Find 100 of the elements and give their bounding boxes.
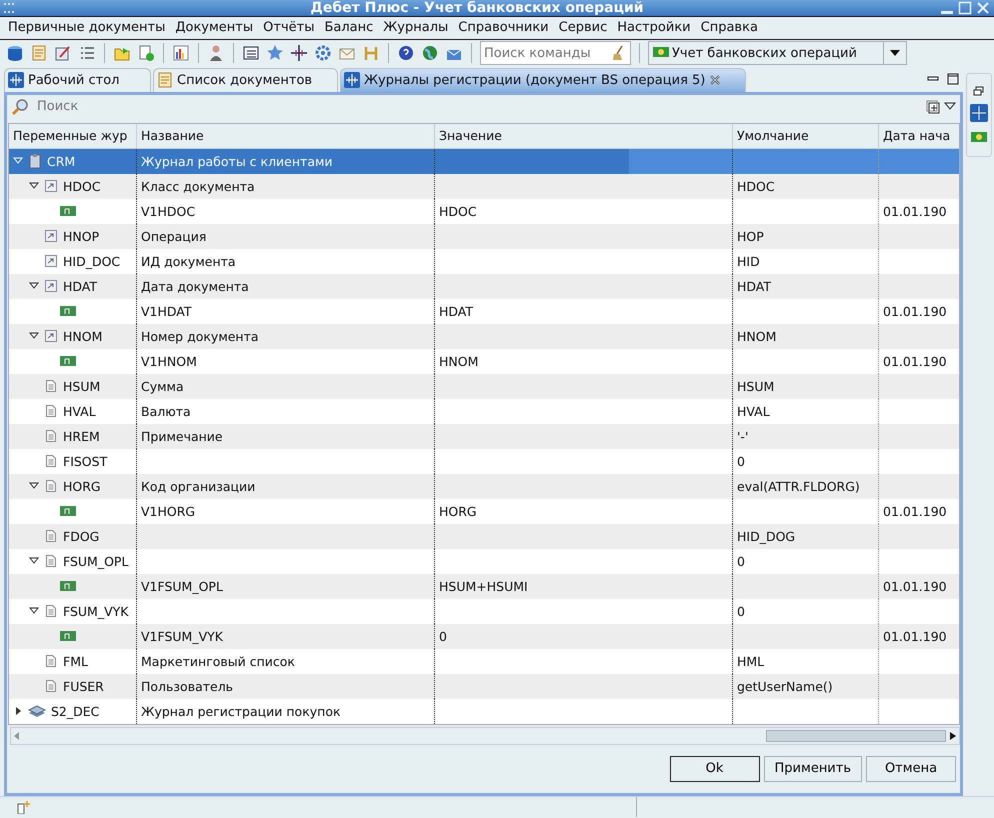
window-title: Дебет Плюс - Учет банковских операций (309, 0, 645, 16)
menu-item[interactable]: Документы (171, 20, 260, 36)
collapse-arrow-icon[interactable] (29, 481, 39, 491)
collapse-arrow-icon[interactable] (29, 281, 39, 291)
column-header[interactable]: Переменные жур (9, 124, 137, 148)
tree-row[interactable]: V1HDOC HDOC 01.01.190 (9, 198, 959, 224)
column-header[interactable]: Умолчание (733, 124, 879, 148)
broom-icon[interactable] (611, 45, 625, 62)
tree-row[interactable]: FML Маркетинговый список HML (9, 648, 959, 674)
tree-row[interactable]: V1HDAT HDAT 01.01.190 (9, 298, 959, 324)
tree-row[interactable]: HNOM Номер документа HNOM (9, 324, 959, 348)
star-icon[interactable] (266, 44, 284, 62)
bar-chart-icon[interactable] (172, 44, 190, 62)
tree-row[interactable]: HID_DOC ИД документа HID (9, 248, 959, 274)
menu-item[interactable]: Журналы (379, 20, 454, 36)
value-cell: HDOC (439, 204, 477, 218)
view-menu-icon[interactable] (944, 102, 956, 112)
person-icon[interactable] (207, 44, 225, 62)
default-cell: HSUM (737, 378, 774, 394)
search-field[interactable]: Поиск (35, 98, 239, 115)
edit-icon[interactable] (54, 44, 72, 62)
close-icon[interactable] (709, 74, 722, 86)
tree-row[interactable]: S2_DEC Журнал регистрации покупок (9, 698, 959, 724)
collapse-arrow-icon[interactable] (29, 556, 39, 566)
document-icon[interactable] (30, 44, 48, 62)
menu-item[interactable]: Сервис (554, 20, 614, 36)
module-dropdown[interactable]: Учет банковских операций (648, 41, 907, 66)
name-cell: Операция (141, 228, 206, 244)
default-cell: HML (737, 654, 764, 668)
crosshair-icon[interactable] (290, 44, 308, 62)
tree-row[interactable]: HDOC Класс документа HDOC (9, 174, 959, 198)
tree-row[interactable]: HDAT Дата документа HDAT (9, 274, 959, 298)
tree-row[interactable]: FDOG HID_DOG (9, 524, 959, 548)
maximize-button[interactable] (958, 1, 972, 16)
tree-row[interactable]: V1FSUM_OPL HSUM+HSUMI 01.01.190 (9, 574, 959, 598)
name-cell: V1HDOC (141, 204, 196, 218)
collapse-arrow-icon[interactable] (29, 331, 39, 341)
tree-row[interactable]: V1HORG HORG 01.01.190 (9, 498, 959, 524)
collapse-arrow-icon[interactable] (29, 606, 39, 616)
column-header[interactable]: Значение (435, 124, 733, 148)
command-search-field[interactable]: Поиск команды (480, 41, 631, 66)
value-icon (60, 206, 76, 216)
globe-icon[interactable] (421, 44, 439, 62)
name-cell: ИД документа (141, 254, 236, 268)
tree-row[interactable]: HNOP Операция HOP (9, 224, 959, 248)
maximize-view-icon[interactable] (947, 73, 959, 85)
default-cell: HVAL (737, 404, 770, 418)
default-cell: eval(ATTR.FLDORG) (737, 478, 860, 494)
database-icon[interactable] (6, 44, 24, 62)
tree-row[interactable]: FSUM_OPL 0 (9, 548, 959, 574)
date-cell: 01.01.190 (883, 628, 947, 644)
document-icon (44, 679, 58, 693)
horizontal-scrollbar[interactable] (10, 726, 960, 744)
menu-item[interactable]: Отчёты (259, 20, 320, 36)
tab[interactable]: Журналы регистрации (документ BS операция 5) (340, 68, 746, 92)
tree-row[interactable]: FISOST 0 (9, 448, 959, 474)
menu-item[interactable]: Настройки (613, 20, 697, 36)
tab[interactable]: Рабочий стол (4, 68, 151, 92)
expand-all-icon[interactable] (926, 100, 940, 114)
tree-row[interactable]: HSUM Сумма HSUM (9, 374, 959, 398)
tree-row[interactable]: HREM Примечание '-' (9, 424, 959, 448)
collapse-arrow-icon[interactable] (29, 181, 39, 191)
column-header[interactable]: Название (137, 124, 435, 148)
default-cell: HDAT (737, 278, 772, 294)
tree-row[interactable]: V1FSUM_VYK 0 01.01.190 (9, 624, 959, 648)
value-cell: HORG (439, 504, 477, 518)
scrollbar-thumb[interactable] (766, 730, 946, 742)
name-cell: Журнал работы с клиентами (141, 154, 333, 168)
close-button[interactable] (976, 1, 990, 16)
gear-icon[interactable] (314, 44, 332, 62)
form-icon[interactable] (242, 44, 260, 62)
tree-row[interactable]: FUSER Пользователь getUserName() (9, 674, 959, 698)
tree-row[interactable]: HORG Код организации eval(ATTR.FLDORG) (9, 474, 959, 498)
tree-row[interactable]: CRM Журнал работы с клиентами (9, 148, 959, 174)
clipboard-icon (28, 153, 42, 169)
new-document-icon[interactable] (137, 44, 155, 62)
variable-code: HORG (63, 478, 101, 494)
document-icon (44, 529, 58, 543)
tab[interactable]: Список документов (153, 68, 338, 92)
value-cell: HDAT (439, 304, 474, 318)
default-cell: HOP (737, 228, 764, 244)
default-cell: HDOC (737, 178, 775, 194)
tree-row[interactable]: HVAL Валюта HVAL (9, 398, 959, 424)
crosshair-icon (8, 72, 24, 88)
dialog-button[interactable]: Отмена (866, 756, 956, 782)
help-icon[interactable] (397, 44, 415, 62)
new-item-icon[interactable] (16, 800, 30, 814)
document-icon (44, 604, 58, 618)
menu-item[interactable]: Справка (696, 20, 764, 36)
menu-item[interactable]: Первичные документы (4, 20, 172, 36)
scroll-right-icon[interactable] (950, 732, 956, 740)
tree-row[interactable]: V1HNOM HNOM 01.01.190 (9, 348, 959, 374)
expand-arrow-icon[interactable] (13, 706, 23, 716)
variable-code: HDOC (63, 178, 101, 194)
tree-row[interactable]: FSUM_VYK 0 (9, 598, 959, 624)
dialog-button[interactable]: Применить (764, 756, 862, 782)
menu-item[interactable]: Баланс (320, 20, 380, 36)
restore-icon[interactable] (973, 86, 985, 96)
menu-item[interactable]: Справочники (454, 20, 555, 36)
dialog-button[interactable]: Ok (670, 756, 760, 782)
